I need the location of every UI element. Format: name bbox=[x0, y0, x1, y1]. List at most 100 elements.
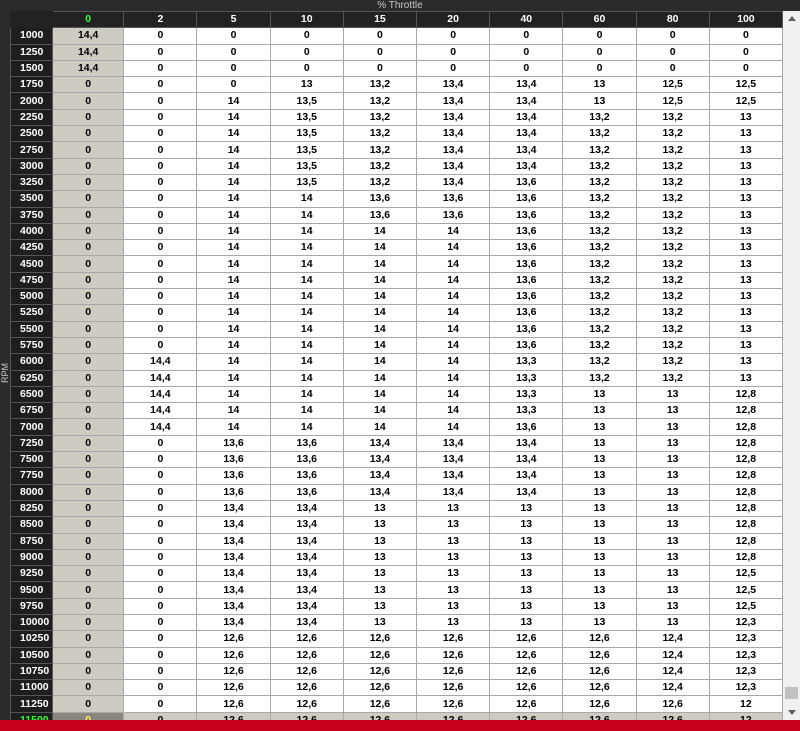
table-cell[interactable]: 13,2 bbox=[635, 255, 710, 273]
table-cell[interactable]: 13,6 bbox=[196, 483, 271, 501]
table-cell[interactable]: 0 bbox=[52, 483, 125, 501]
table-cell[interactable]: 13 bbox=[342, 499, 418, 518]
table-cell[interactable]: 0 bbox=[52, 548, 125, 567]
table-cell[interactable]: 0 bbox=[52, 108, 125, 127]
table-cell[interactable]: 13,4 bbox=[416, 141, 491, 159]
table-cell[interactable]: 12,4 bbox=[635, 679, 710, 697]
table-cell[interactable]: 13 bbox=[489, 613, 564, 632]
table-cell[interactable]: 0 bbox=[342, 27, 418, 45]
table-cell[interactable]: 0 bbox=[52, 581, 125, 599]
table-cell[interactable]: 14 bbox=[416, 385, 491, 404]
table-cell[interactable]: 12,6 bbox=[342, 695, 418, 713]
row-header-rpm[interactable]: 8000 bbox=[9, 483, 54, 501]
table-cell[interactable]: 0 bbox=[52, 239, 125, 257]
table-cell[interactable]: 13 bbox=[562, 548, 637, 567]
table-cell[interactable]: 0 bbox=[196, 76, 271, 94]
table-cell[interactable]: 13,2 bbox=[342, 92, 418, 110]
table-cell[interactable]: 13,2 bbox=[562, 271, 637, 290]
table-cell[interactable]: 14,4 bbox=[123, 402, 198, 420]
table-cell[interactable]: 0 bbox=[52, 304, 125, 322]
table-cell[interactable]: 13 bbox=[708, 190, 784, 208]
table-cell[interactable]: 0 bbox=[123, 695, 198, 713]
table-cell[interactable]: 14 bbox=[269, 206, 344, 224]
table-cell[interactable]: 0 bbox=[52, 222, 125, 241]
table-cell[interactable]: 14 bbox=[196, 304, 271, 322]
row-header-rpm[interactable]: 2250 bbox=[9, 108, 54, 127]
table-cell[interactable]: 14 bbox=[342, 353, 418, 371]
table-cell[interactable]: 0 bbox=[562, 43, 637, 61]
table-cell[interactable]: 13 bbox=[708, 271, 784, 290]
table-cell[interactable]: 12,6 bbox=[342, 630, 418, 648]
table-cell[interactable]: 0 bbox=[635, 27, 710, 45]
table-cell[interactable]: 13,2 bbox=[635, 353, 710, 371]
table-cell[interactable]: 14 bbox=[342, 288, 418, 306]
table-cell[interactable]: 13 bbox=[635, 402, 710, 420]
table-cell[interactable]: 14 bbox=[196, 255, 271, 273]
table-cell[interactable]: 0 bbox=[123, 581, 198, 599]
table-cell[interactable]: 13,2 bbox=[635, 288, 710, 306]
table-cell[interactable]: 0 bbox=[489, 43, 564, 61]
row-header-rpm[interactable]: 8500 bbox=[9, 516, 54, 534]
table-cell[interactable]: 0 bbox=[52, 613, 125, 632]
table-cell[interactable]: 14 bbox=[342, 255, 418, 273]
table-cell[interactable]: 13 bbox=[562, 565, 637, 583]
table-cell[interactable]: 13,2 bbox=[562, 336, 637, 355]
table-cell[interactable]: 13 bbox=[708, 108, 784, 127]
scroll-up-arrow-icon[interactable] bbox=[788, 16, 796, 21]
table-cell[interactable]: 12,8 bbox=[708, 483, 784, 501]
table-cell[interactable]: 12,6 bbox=[196, 630, 271, 648]
table-cell[interactable]: 13 bbox=[562, 385, 637, 404]
row-header-rpm[interactable]: 7500 bbox=[9, 451, 54, 469]
table-cell[interactable]: 0 bbox=[123, 336, 198, 355]
table-cell[interactable]: 13,4 bbox=[342, 434, 418, 453]
table-cell[interactable]: 13,5 bbox=[269, 173, 344, 192]
table-cell[interactable]: 12,6 bbox=[416, 695, 491, 713]
table-cell[interactable]: 12,6 bbox=[562, 662, 637, 681]
table-cell[interactable]: 13 bbox=[635, 499, 710, 518]
table-cell[interactable]: 0 bbox=[123, 206, 198, 224]
table-cell[interactable]: 13,2 bbox=[342, 76, 418, 94]
table-cell[interactable]: 13,2 bbox=[635, 369, 710, 387]
table-cell[interactable]: 13,2 bbox=[635, 108, 710, 127]
table-cell[interactable]: 13 bbox=[562, 467, 637, 485]
table-cell[interactable]: 14 bbox=[416, 320, 491, 338]
table-cell[interactable]: 0 bbox=[708, 59, 784, 78]
table-cell[interactable]: 13,2 bbox=[342, 141, 418, 159]
row-header-rpm[interactable]: 1750 bbox=[9, 76, 54, 94]
table-cell[interactable]: 13 bbox=[708, 222, 784, 241]
table-cell[interactable]: 0 bbox=[123, 43, 198, 61]
column-header-10[interactable]: 10 bbox=[269, 10, 344, 29]
table-cell[interactable]: 12,5 bbox=[635, 76, 710, 94]
table-cell[interactable]: 0 bbox=[123, 662, 198, 681]
table-cell[interactable]: 0 bbox=[52, 418, 125, 436]
row-header-rpm[interactable]: 8250 bbox=[9, 499, 54, 518]
row-header-rpm[interactable]: 6750 bbox=[9, 402, 54, 420]
table-cell[interactable]: 14 bbox=[342, 369, 418, 387]
table-cell[interactable]: 0 bbox=[52, 76, 125, 94]
table-cell[interactable]: 13,6 bbox=[489, 173, 564, 192]
table-cell[interactable]: 12,8 bbox=[708, 499, 784, 518]
table-cell[interactable]: 13,4 bbox=[196, 516, 271, 534]
vertical-scrollbar[interactable] bbox=[783, 11, 800, 720]
table-cell[interactable]: 14,4 bbox=[52, 59, 125, 78]
table-cell[interactable]: 13,2 bbox=[562, 108, 637, 127]
table-cell[interactable]: 0 bbox=[52, 434, 125, 453]
table-cell[interactable]: 13 bbox=[342, 516, 418, 534]
table-cell[interactable]: 0 bbox=[416, 59, 491, 78]
table-cell[interactable]: 13 bbox=[635, 385, 710, 404]
table-cell[interactable]: 0 bbox=[123, 646, 198, 664]
table-cell[interactable]: 0 bbox=[52, 532, 125, 550]
table-cell[interactable]: 13 bbox=[635, 418, 710, 436]
column-header-80[interactable]: 80 bbox=[635, 10, 710, 29]
table-cell[interactable]: 12,3 bbox=[708, 662, 784, 681]
table-cell[interactable]: 13 bbox=[562, 532, 637, 550]
table-cell[interactable]: 0 bbox=[52, 499, 125, 518]
table-cell[interactable]: 0 bbox=[708, 27, 784, 45]
table-cell[interactable]: 0 bbox=[123, 157, 198, 175]
table-cell[interactable]: 12,3 bbox=[708, 679, 784, 697]
table-cell[interactable]: 13,5 bbox=[269, 125, 344, 143]
table-cell[interactable]: 13,2 bbox=[562, 353, 637, 371]
table-cell[interactable]: 13 bbox=[708, 288, 784, 306]
table-cell[interactable]: 13,6 bbox=[489, 271, 564, 290]
table-cell[interactable]: 0 bbox=[123, 222, 198, 241]
